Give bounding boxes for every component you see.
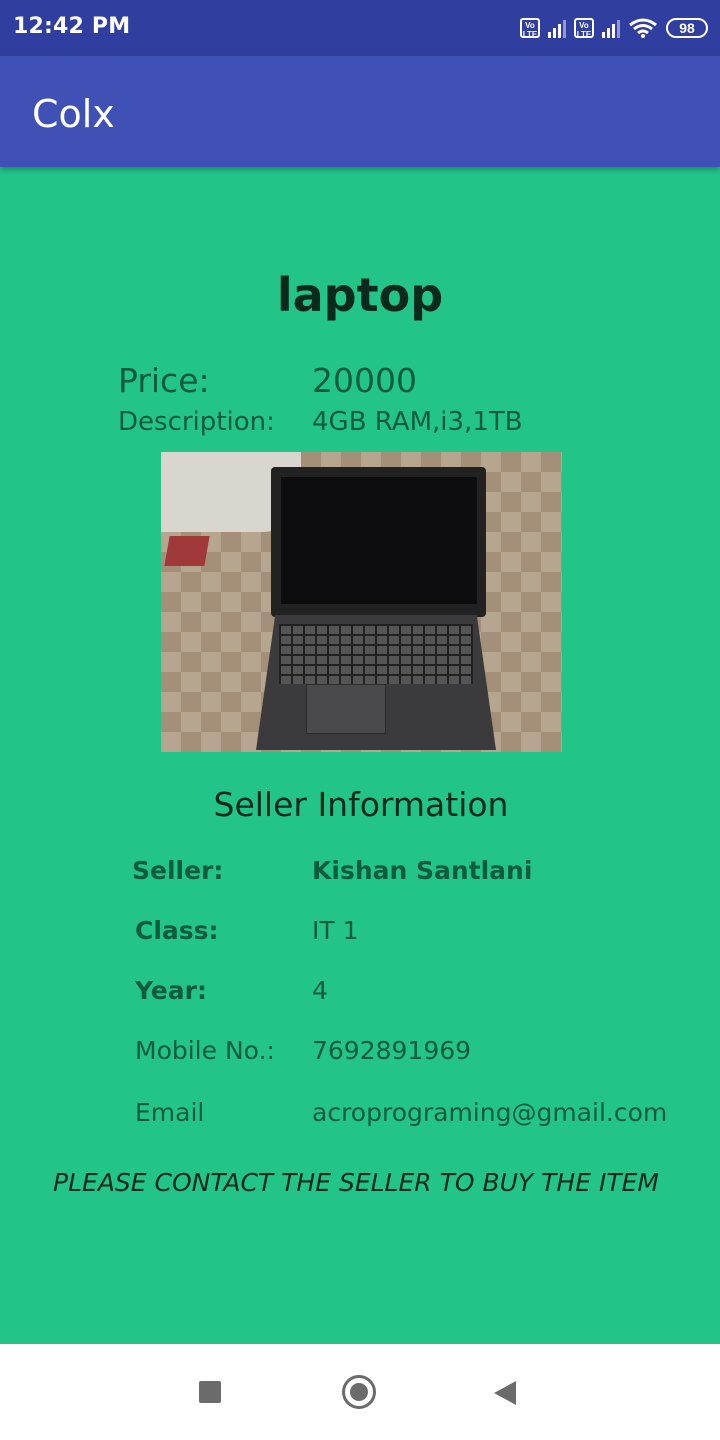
year-label: Year: xyxy=(135,976,207,1005)
app-title: Colx xyxy=(32,92,115,136)
seller-info-heading: Seller Information xyxy=(213,785,509,824)
navigation-bar xyxy=(0,1344,720,1440)
mobile-value: 7692891969 xyxy=(312,1036,472,1065)
product-image xyxy=(161,452,562,752)
year-value: 4 xyxy=(312,976,328,1005)
volte-icon: Vo LTE xyxy=(520,18,540,39)
status-bar: 12:42 PM Vo LTE Vo LTE 98 xyxy=(0,0,720,56)
app-bar: Colx xyxy=(0,56,720,167)
volte-icon: Vo LTE xyxy=(574,18,594,39)
description-label: Description: xyxy=(118,407,275,437)
product-title: laptop xyxy=(276,268,444,322)
status-icons: Vo LTE Vo LTE 98 xyxy=(520,14,708,42)
mobile-label: Mobile No.: xyxy=(135,1036,275,1065)
status-time: 12:42 PM xyxy=(13,14,131,39)
battery-icon: 98 xyxy=(666,18,708,38)
price-value: 20000 xyxy=(312,361,417,400)
home-icon[interactable] xyxy=(342,1375,376,1409)
email-label: Email xyxy=(135,1098,205,1127)
signal-icon xyxy=(602,18,620,38)
contact-notice: PLEASE CONTACT THE SELLER TO BUY THE ITE… xyxy=(53,1168,659,1197)
seller-name-value: Kishan Santlani xyxy=(312,856,533,885)
recent-apps-icon[interactable] xyxy=(199,1381,221,1403)
price-label: Price: xyxy=(118,361,210,400)
wifi-icon xyxy=(629,18,657,38)
class-label: Class: xyxy=(135,916,219,945)
description-value: 4GB RAM,i3,1TB xyxy=(312,407,523,437)
email-value: acroprograming@gmail.com xyxy=(312,1098,668,1127)
class-value: IT 1 xyxy=(312,916,359,945)
seller-name-label: Seller: xyxy=(132,856,224,885)
back-icon[interactable] xyxy=(494,1381,516,1405)
signal-icon xyxy=(548,18,566,38)
